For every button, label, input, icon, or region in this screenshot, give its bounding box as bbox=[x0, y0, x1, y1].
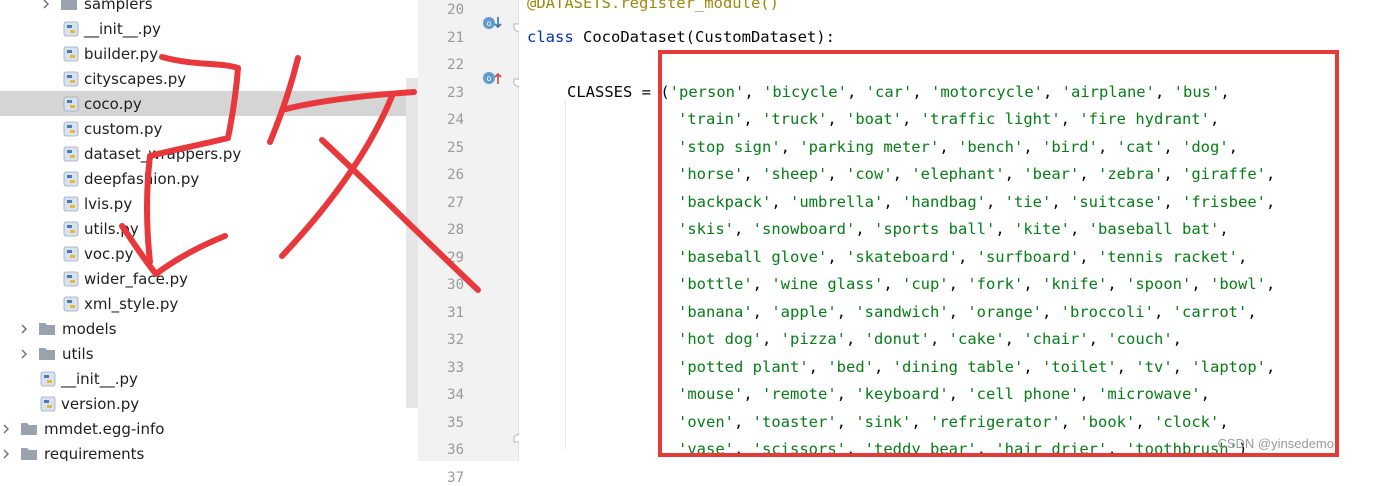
python-file-icon bbox=[63, 146, 79, 162]
tree-item-label: dataset_wrappers.py bbox=[84, 144, 242, 163]
chevron-right-icon[interactable] bbox=[0, 448, 12, 460]
tree-item-label: __init__.py bbox=[61, 369, 138, 388]
python-file-icon bbox=[63, 121, 79, 137]
line-number: 28 bbox=[447, 222, 464, 238]
tree-item-label: utils.py bbox=[84, 219, 139, 238]
line-number: 37 bbox=[447, 469, 464, 486]
tree-item-label: wider_face.py bbox=[84, 269, 188, 288]
indent-guide bbox=[565, 100, 566, 450]
watermark: CSDN @yinsedemo bbox=[1217, 436, 1334, 451]
line-number: 26 bbox=[447, 167, 464, 183]
tree-item-label: mmdet.egg-info bbox=[44, 419, 165, 438]
chevron-right-icon[interactable] bbox=[18, 348, 30, 360]
line-number: 21 bbox=[447, 29, 464, 46]
line-number: 36 bbox=[447, 442, 464, 458]
tree-item-label: custom.py bbox=[84, 119, 163, 138]
project-tree: samplers __init__.py builder.py cityscapes.… bbox=[0, 0, 418, 461]
tree-folder-row[interactable]: utils bbox=[0, 341, 418, 366]
line-number: 23 bbox=[447, 84, 464, 101]
python-file-icon bbox=[63, 271, 79, 287]
tree-item-label: voc.py bbox=[84, 244, 134, 263]
tree-folder-row[interactable]: samplers bbox=[0, 0, 418, 16]
tree-item-label: models bbox=[62, 319, 117, 338]
svg-text:o: o bbox=[487, 74, 492, 83]
tree-item-label: samplers bbox=[84, 0, 153, 13]
tree-item-label: coco.py bbox=[84, 94, 142, 113]
implemented-down-icon[interactable]: o bbox=[482, 15, 502, 35]
editor-gutter: 20 21 22 23 24 25 26 27 28 29 30 31 32 33 34 35 36 37 o o bbox=[418, 0, 523, 486]
tree-scrollbar[interactable] bbox=[406, 78, 418, 408]
chevron-right-icon[interactable] bbox=[18, 323, 30, 335]
line-number: 22 bbox=[447, 57, 464, 73]
tree-folder-row[interactable]: requirements bbox=[0, 441, 418, 461]
line-number: 35 bbox=[447, 414, 464, 431]
tree-file-row[interactable]: custom.py bbox=[0, 116, 418, 141]
folder-icon bbox=[60, 0, 78, 11]
tree-item-label: deepfashion.py bbox=[84, 169, 200, 188]
tree-file-row[interactable]: cityscapes.py bbox=[0, 66, 418, 91]
line-number: 25 bbox=[447, 139, 464, 156]
python-file-icon bbox=[63, 71, 79, 87]
tree-item-label: version.py bbox=[61, 394, 140, 413]
folder-icon bbox=[38, 346, 56, 361]
tree-item-label: requirements bbox=[44, 444, 145, 462]
python-file-icon bbox=[63, 221, 79, 237]
python-file-icon bbox=[63, 196, 79, 212]
tree-file-row[interactable]: dataset_wrappers.py bbox=[0, 141, 418, 166]
tree-item-label: lvis.py bbox=[84, 194, 133, 213]
line-number: 34 bbox=[447, 387, 464, 403]
tree-item-label: utils bbox=[62, 344, 94, 363]
tree-file-row[interactable]: deepfashion.py bbox=[0, 166, 418, 191]
python-file-icon bbox=[63, 46, 79, 62]
line-number: 24 bbox=[447, 112, 464, 128]
python-file-icon bbox=[63, 296, 79, 312]
line-number: 31 bbox=[447, 304, 464, 321]
tree-file-row[interactable]: lvis.py bbox=[0, 191, 418, 216]
tree-folder-row[interactable]: mmdet.egg-info bbox=[0, 416, 418, 441]
folder-icon bbox=[20, 421, 38, 436]
tree-file-row[interactable]: utils.py bbox=[0, 216, 418, 241]
line-number: 20 bbox=[447, 2, 464, 18]
svg-text:o: o bbox=[487, 19, 492, 28]
tree-file-row[interactable]: builder.py bbox=[0, 41, 418, 66]
code-line-decorator: @DATASETS.register_module() bbox=[527, 0, 779, 12]
tree-folder-row[interactable]: models bbox=[0, 316, 418, 341]
line-number: 30 bbox=[447, 277, 464, 293]
chevron-right-icon[interactable] bbox=[40, 0, 52, 10]
line-number: 29 bbox=[447, 249, 464, 266]
chevron-right-icon[interactable] bbox=[0, 423, 12, 435]
tree-file-row[interactable]: xml_style.py bbox=[0, 291, 418, 316]
python-file-icon bbox=[40, 371, 56, 387]
line-number: 27 bbox=[447, 194, 464, 211]
tree-file-row[interactable]: __init__.py bbox=[0, 366, 418, 391]
folder-icon bbox=[20, 446, 38, 461]
line-number: 33 bbox=[447, 359, 464, 376]
classes-highlight-box bbox=[658, 50, 1339, 457]
python-file-icon bbox=[63, 171, 79, 187]
python-file-icon bbox=[63, 21, 79, 37]
code-line-class-def: class CocoDataset(CustomDataset): bbox=[527, 27, 835, 46]
tree-item-label: builder.py bbox=[84, 44, 159, 63]
python-file-icon bbox=[63, 246, 79, 262]
folder-icon bbox=[38, 321, 56, 336]
tree-item-label: __init__.py bbox=[84, 19, 161, 38]
tree-file-row[interactable]: voc.py bbox=[0, 241, 418, 266]
overrides-up-icon[interactable]: o bbox=[482, 70, 502, 90]
tree-file-row[interactable]: __init__.py bbox=[0, 16, 418, 41]
python-file-icon bbox=[40, 396, 56, 412]
python-file-icon bbox=[63, 96, 79, 112]
tree-file-row[interactable]: coco.py bbox=[0, 91, 418, 116]
tree-file-row[interactable]: wider_face.py bbox=[0, 266, 418, 291]
line-number: 32 bbox=[447, 332, 464, 348]
tree-file-row[interactable]: version.py bbox=[0, 391, 418, 416]
tree-item-label: xml_style.py bbox=[84, 294, 179, 313]
tree-item-label: cityscapes.py bbox=[84, 69, 187, 88]
